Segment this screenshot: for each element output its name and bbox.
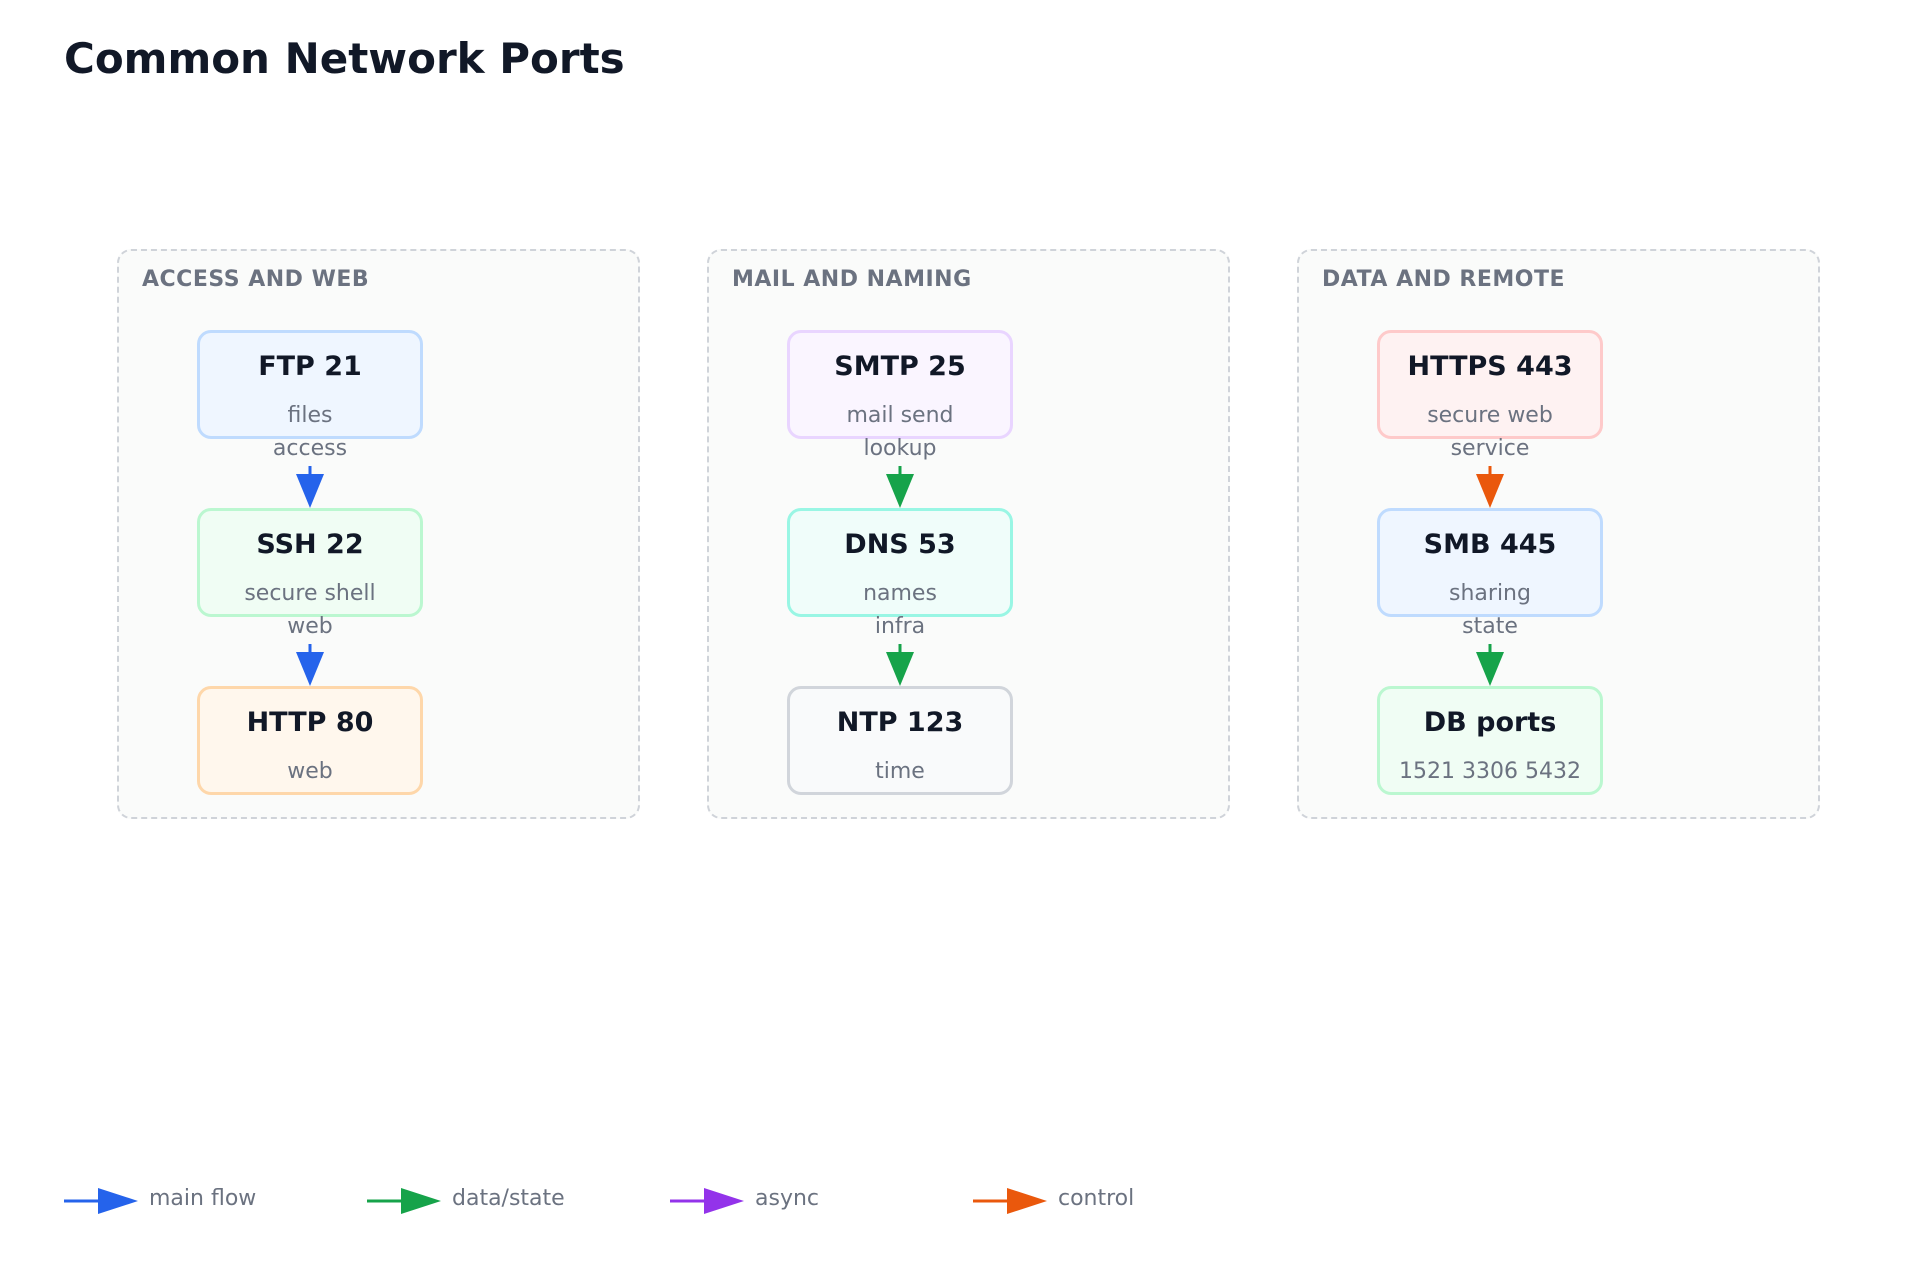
node-ntp-123[interactable]: NTP 123 time (787, 686, 1013, 795)
node-subtitle: names (863, 581, 937, 606)
main-flow-arrow-icon (64, 1188, 138, 1214)
group-label: MAIL AND NAMING (732, 267, 972, 292)
edge-label: infra (874, 614, 926, 639)
node-subtitle: web (287, 759, 333, 784)
node-subtitle: mail send (846, 403, 954, 428)
node-title: FTP 21 (258, 351, 362, 382)
node-title: DB ports (1423, 707, 1557, 738)
arrow-smtp-to-dns (886, 466, 914, 508)
arrow-ssh-to-http (296, 644, 324, 686)
edge-label: service (1450, 436, 1530, 461)
arrow-ftp-to-ssh (296, 466, 324, 508)
node-http-80[interactable]: HTTP 80 web (197, 686, 423, 795)
node-subtitle: files (287, 403, 333, 428)
node-title: SMTP 25 (834, 351, 966, 382)
edge-label: lookup (863, 436, 937, 461)
node-smtp-25[interactable]: SMTP 25 mail send (787, 330, 1013, 439)
diagram-title: Common Network Ports (64, 34, 625, 83)
node-ssh-22[interactable]: SSH 22 secure shell (197, 508, 423, 617)
edge-label: access (272, 436, 348, 461)
node-subtitle: sharing (1449, 581, 1531, 606)
async-arrow-icon (670, 1188, 744, 1214)
arrow-dns-to-ntp (886, 644, 914, 686)
node-subtitle: secure web (1427, 403, 1553, 428)
legend-label: data/state (452, 1186, 565, 1211)
group-label: ACCESS AND WEB (142, 267, 370, 292)
node-https-443[interactable]: HTTPS 443 secure web (1377, 330, 1603, 439)
node-title: SMB 445 (1423, 529, 1557, 560)
control-arrow-icon (973, 1188, 1047, 1214)
edge-label: state (1462, 614, 1518, 639)
node-title: HTTP 80 (246, 707, 374, 738)
edge-label: web (287, 614, 333, 639)
legend-label: main flow (149, 1186, 257, 1211)
legend-label: async (755, 1186, 820, 1211)
node-title: NTP 123 (836, 707, 964, 738)
node-db-ports[interactable]: DB ports 1521 3306 5432 (1377, 686, 1603, 795)
data-state-arrow-icon (367, 1188, 441, 1214)
node-ftp-21[interactable]: FTP 21 files (197, 330, 423, 439)
node-title: SSH 22 (256, 529, 364, 560)
group-label: DATA AND REMOTE (1322, 267, 1566, 292)
node-title: DNS 53 (844, 529, 956, 560)
node-subtitle: 1521 3306 5432 (1399, 759, 1581, 784)
node-title: HTTPS 443 (1407, 351, 1573, 382)
node-subtitle: time (875, 759, 925, 784)
node-smb-445[interactable]: SMB 445 sharing (1377, 508, 1603, 617)
node-subtitle: secure shell (244, 581, 376, 606)
arrow-https-to-smb (1476, 466, 1504, 508)
node-dns-53[interactable]: DNS 53 names (787, 508, 1013, 617)
arrow-smb-to-db (1476, 644, 1504, 686)
legend-label: control (1058, 1186, 1135, 1211)
